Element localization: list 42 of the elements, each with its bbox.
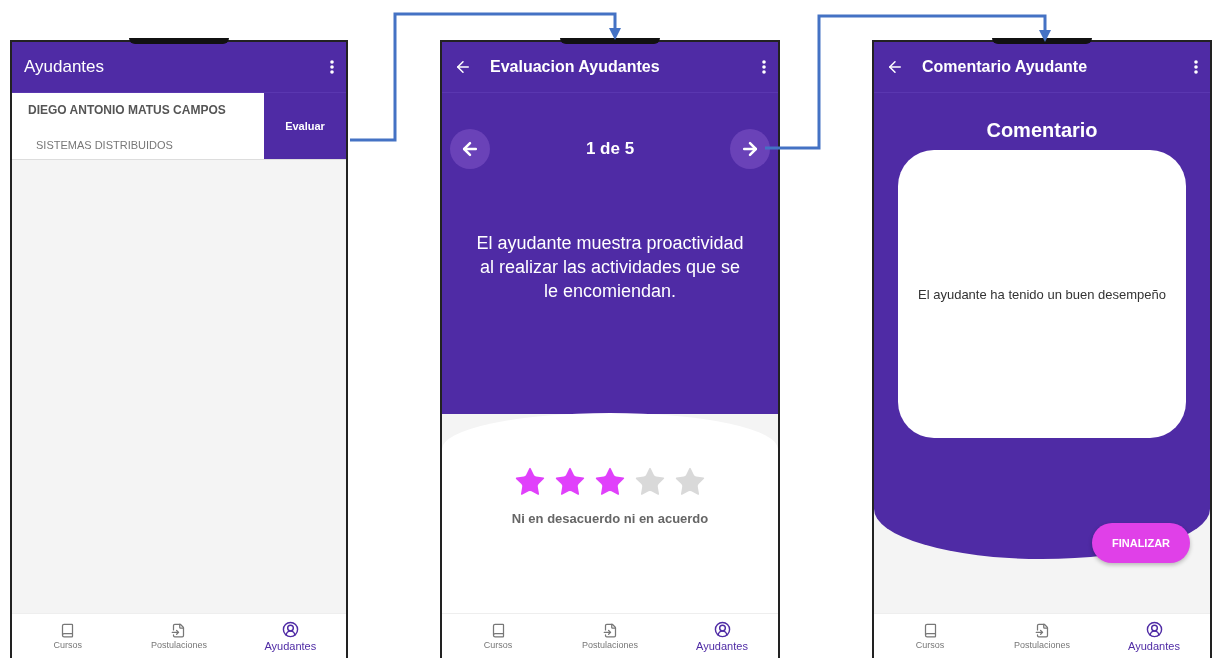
previous-button[interactable] [450,129,490,169]
menu-button[interactable] [330,60,334,74]
nav-tab[interactable]: Cursos [874,614,986,658]
nav-tab[interactable]: Postulaciones [123,614,235,658]
assistant-name: DIEGO ANTONIO MATUS CAMPOS [28,103,227,117]
file-icon [1034,622,1050,638]
course-name: SISTEMAS DISTRIBUIDOS [35,139,174,151]
menu-button[interactable] [762,60,766,74]
more-icon [1194,60,1198,74]
nav-tab[interactable]: Cursos [12,614,124,658]
nav-tab[interactable]: Postulaciones [554,614,666,658]
more-icon [762,60,766,74]
person-icon [1145,620,1163,638]
book-icon [60,622,76,638]
file-icon [171,622,187,638]
arrow-right-icon [740,139,760,159]
nav-tab[interactable]: Ayudantes [234,614,346,658]
next-button[interactable] [730,129,770,169]
back-button[interactable] [886,58,904,76]
comment-heading: Comentario [986,119,1098,142]
file-icon [602,622,618,638]
screen-title: Ayudantes [24,57,106,77]
question-counter: 1 de 5 [585,139,635,159]
question-text: El ayudante muestra proactividad al realizar las actividades que se le encomiendan. [475,232,745,303]
finish-button[interactable]: FINALIZAR [1092,523,1190,563]
nav-tab[interactable]: Postulaciones [986,614,1098,658]
book-icon [490,622,506,638]
nav-tab[interactable]: Cursos [442,614,554,658]
person-icon [713,620,731,638]
list-row[interactable]: DIEGO ANTONIO MATUS CAMPOS SISTEMAS DISTRIBUIDOS Evaluar [12,93,346,160]
book-icon [922,622,938,638]
screen-title: Evaluacion Ayudantes [490,58,661,76]
menu-button[interactable] [1194,60,1198,74]
rating-label: Ni en desacuerdo ni en acuerdo [511,511,709,526]
nav-tab[interactable]: Ayudantes [666,614,778,658]
screen-title: Comentario Ayudante [922,58,1089,76]
person-icon [281,620,299,638]
nav-tab[interactable]: Ayudantes [1098,614,1210,658]
comment-field[interactable]: El ayudante ha tenido un buen desempeño [898,150,1186,438]
more-icon [330,60,334,74]
evaluate-button[interactable]: Evaluar [264,93,346,159]
back-button[interactable] [454,58,472,76]
